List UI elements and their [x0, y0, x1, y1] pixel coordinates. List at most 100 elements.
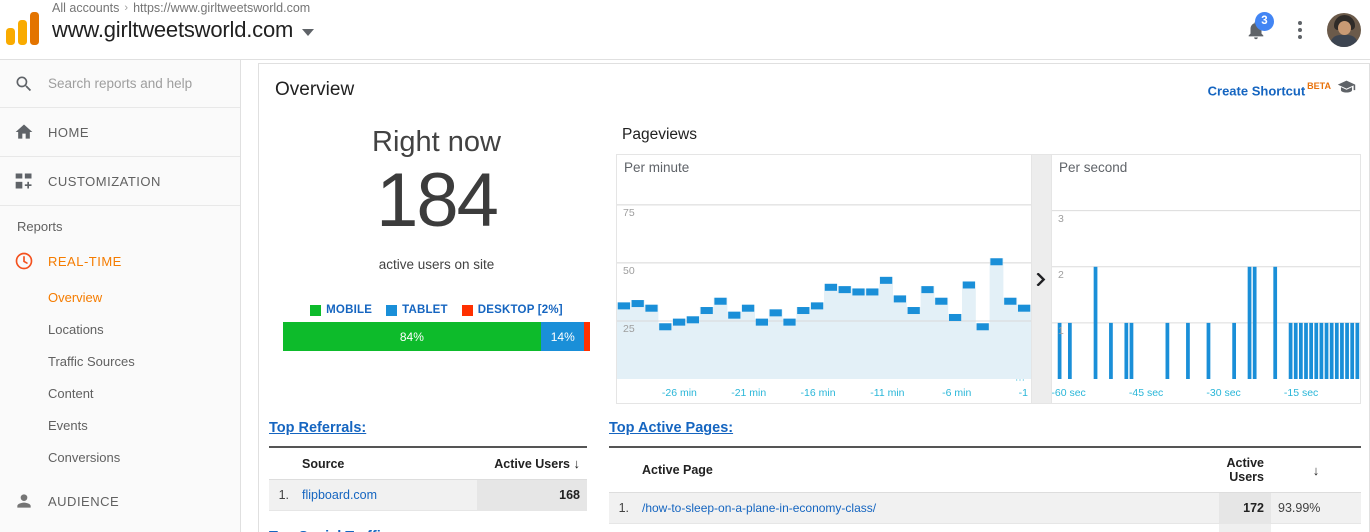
legend-label: TABLET [402, 304, 448, 317]
stacked-bar-segment[interactable]: 14% [541, 322, 585, 352]
notifications-button[interactable]: 3 [1236, 10, 1276, 50]
sidebar-search[interactable] [0, 60, 240, 108]
legend-item[interactable]: TABLET [386, 304, 448, 316]
google-analytics-realtime-overview: All accounts › https://www.girltweetswor… [0, 0, 1370, 532]
pages-row-index: 2. [609, 523, 635, 532]
pageviews-section: Pageviews Per minute 25 50 75 -26 min -21 mi… [616, 126, 1361, 404]
y-axis-tick: 75 [623, 206, 635, 219]
property-name: www.girltweetsworld.com [52, 17, 294, 42]
x-axis-tick: -15 sec [1283, 387, 1319, 399]
per-second-label: Per second [1059, 160, 1128, 175]
sort-descending-icon: ↓ [573, 456, 581, 471]
sidebar-item-home[interactable]: HOME [0, 108, 240, 157]
x-axis-tick: -26 min [661, 387, 697, 399]
breadcrumb-all-accounts[interactable]: All accounts [52, 1, 119, 15]
pageviews-charts: Per minute 25 50 75 -26 min -21 min -16 min -1… [616, 154, 1361, 404]
pages-index-header [609, 446, 635, 493]
per-minute-chart[interactable]: Per minute 25 50 75 -26 min -21 min -16 min -1… [616, 154, 1032, 404]
legend-swatch [386, 304, 398, 316]
pages-active-users-header[interactable]: Active Users [1219, 446, 1271, 493]
per-minute-label: Per minute [624, 160, 690, 175]
top-bar: All accounts › https://www.girltweetswor… [0, 0, 1370, 60]
table-header-row: Active Page Active Users ↓ [609, 446, 1361, 493]
top-referrals-block: Top Referrals: Source Active Users ↓ 1. … [269, 419, 587, 532]
x-axis-tick: -30 sec [1206, 387, 1241, 399]
overview-header: Overview Create Shortcut BETA [259, 64, 1369, 116]
breadcrumb[interactable]: All accounts › https://www.girltweetswor… [52, 1, 310, 15]
overview-card: Overview Create ShortcutBETA Right now [258, 63, 1370, 532]
sort-descending-icon: ↓ [1312, 462, 1320, 478]
sidebar-reports-header: Reports [17, 219, 63, 234]
top-active-pages-table: Active Page Active Users ↓ 1. /how-to-sl… [609, 446, 1361, 532]
active-users-count: 184 [376, 158, 499, 243]
right-now-title: Right now [372, 126, 501, 158]
chevron-down-icon[interactable] [302, 29, 315, 36]
x-axis-tick: -60 sec [1051, 387, 1086, 399]
account-button[interactable] [1324, 10, 1364, 50]
top-referrals-table: Source Active Users ↓ 1. flipboard.com 1… [269, 446, 587, 511]
home-icon [14, 122, 48, 142]
customization-icon [14, 171, 48, 191]
more-options-button[interactable] [1280, 10, 1320, 50]
sidebar-item-audience-label: AUDIENCE [48, 493, 120, 509]
sidebar: HOME CUSTOMIZATION Reports [0, 60, 241, 532]
device-stacked-bar[interactable]: 84% 14% [282, 322, 591, 352]
stacked-bar-segment[interactable] [584, 322, 591, 352]
pages-row-page[interactable]: /how-to-travel-like-a-pro...quent-flyer-… [635, 523, 1219, 532]
referrals-row-index: 1. [269, 479, 295, 511]
sidebar-item-events[interactable]: Events [0, 409, 240, 441]
beta-tag: BETA [1307, 81, 1331, 91]
active-users-subtitle: active users on site [378, 257, 495, 273]
create-shortcut-button[interactable]: Create Shortcut BETA [1208, 81, 1331, 100]
sidebar-item-conversions[interactable]: Conversions [0, 441, 240, 473]
top-referrals-title[interactable]: Top Referrals: [269, 420, 366, 436]
right-now-panel: Right now 184 active users on site MOBIL… [269, 126, 604, 352]
per-second-chart[interactable]: Per second 1 2 3 -60 sec -45 sec -30 sec -15 s… [1051, 154, 1361, 404]
main-content: Overview Create ShortcutBETA Right now [241, 60, 1370, 532]
legend-label: DESKTOP [2%] [477, 304, 563, 317]
sidebar-item-real-time-label: REAL-TIME [48, 253, 122, 269]
pages-row-index: 1. [609, 492, 635, 524]
x-axis-tick: -21 min [731, 387, 767, 399]
sidebar-item-customization-label: CUSTOMIZATION [48, 173, 161, 189]
sidebar-item-traffic-sources[interactable]: Traffic Sources [0, 345, 240, 377]
y-axis-tick: 25 [623, 322, 635, 335]
sidebar-item-locations[interactable]: Locations [0, 313, 240, 345]
pages-sort-header[interactable]: ↓ [1271, 446, 1361, 493]
sidebar-item-real-time[interactable]: REAL-TIME [0, 241, 240, 281]
device-legend: MOBILE TABLET DESKTOP [2%] [269, 304, 604, 316]
property-selector[interactable]: www.girltweetsworld.com [52, 17, 315, 43]
pages-row-percent: 1.64% [1271, 523, 1361, 532]
clock-icon [14, 251, 48, 271]
sidebar-item-content[interactable]: Content [0, 377, 240, 409]
legend-item[interactable]: MOBILE [310, 304, 372, 316]
search-input[interactable] [48, 76, 228, 91]
sidebar-item-overview[interactable]: Overview [0, 281, 240, 313]
sidebar-item-customization[interactable]: CUSTOMIZATION [0, 157, 240, 206]
pages-row-page[interactable]: /how-to-sleep-on-a-plane-in-economy-clas… [635, 492, 1219, 524]
legend-swatch [461, 304, 473, 316]
top-bar-actions: 3 [1236, 6, 1364, 54]
y-axis-tick: 50 [623, 264, 635, 277]
table-row[interactable]: 2. /how-to-travel-like-a-pro...quent-fly… [609, 523, 1361, 532]
table-header-row: Source Active Users ↓ [269, 446, 587, 480]
pages-row-active-users: 172 [1219, 492, 1271, 524]
table-row[interactable]: 1. flipboard.com 168 [269, 479, 587, 511]
charts-divider[interactable] [1032, 154, 1051, 404]
pages-row-percent: 93.99% [1271, 492, 1361, 524]
chevron-right-icon [1036, 272, 1046, 286]
pages-active-page-header[interactable]: Active Page [635, 446, 1219, 493]
referrals-active-users-header-label: Active Users [494, 457, 571, 471]
person-icon [14, 491, 48, 511]
top-active-pages-title[interactable]: Top Active Pages: [609, 420, 733, 436]
legend-item[interactable]: DESKTOP [2%] [461, 304, 563, 317]
stacked-bar-segment[interactable]: 84% [282, 322, 542, 352]
table-row[interactable]: 1. /how-to-sleep-on-a-plane-in-economy-c… [609, 492, 1361, 524]
referrals-active-users-header[interactable]: Active Users ↓ [477, 446, 587, 480]
per-second-plot [1052, 210, 1360, 379]
referrals-source-header[interactable]: Source [295, 446, 477, 480]
breadcrumb-property-url[interactable]: https://www.girltweetsworld.com [133, 1, 310, 15]
sidebar-item-audience[interactable]: AUDIENCE [0, 481, 240, 521]
referrals-row-source[interactable]: flipboard.com [295, 479, 477, 511]
graduation-cap-icon[interactable] [1337, 79, 1356, 100]
